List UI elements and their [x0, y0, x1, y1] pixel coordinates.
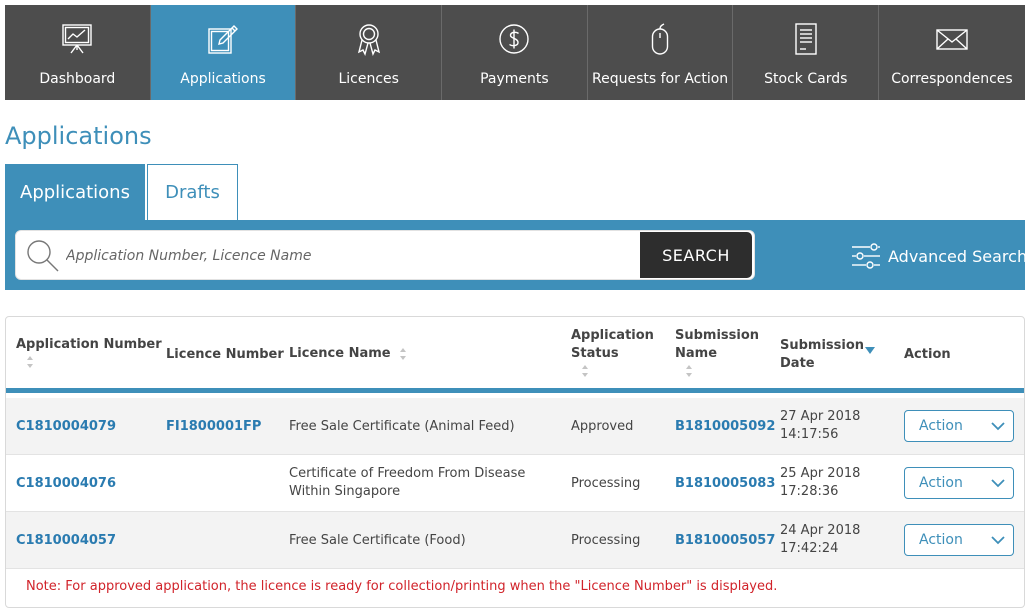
nav-label: Requests for Action — [592, 71, 729, 87]
nav-label: Dashboard — [39, 71, 116, 87]
application-number-link[interactable]: C1810004057 — [16, 532, 116, 550]
award-ribbon-icon — [351, 21, 387, 57]
search-button[interactable]: SEARCH — [640, 232, 752, 278]
search-bar: SEARCH Advanced Search — [5, 220, 1027, 290]
submission-date-day: 25 Apr 2018 — [780, 466, 861, 481]
submission-date: 24 Apr 2018 17:42:24 — [780, 522, 860, 558]
header-label: Licence Name — [289, 346, 391, 361]
search-box: SEARCH — [15, 230, 755, 280]
nav-label: Payments — [480, 71, 549, 87]
submission-date-time: 17:42:24 — [780, 541, 839, 556]
mouse-icon — [642, 21, 678, 57]
licence-number-link[interactable]: FI1800001FP — [166, 418, 261, 436]
table-row: C1810004076 Certificate of Freedom From … — [6, 455, 1024, 512]
submission-date-time: 14:17:56 — [780, 427, 839, 442]
submission-date-day: 27 Apr 2018 — [780, 409, 861, 424]
header-label: Submission — [675, 328, 760, 343]
submission-date-day: 24 Apr 2018 — [780, 523, 861, 538]
licence-name: Free Sale Certificate (Food) — [289, 533, 466, 548]
nav-label: Licences — [338, 71, 399, 87]
licence-name: Certificate of Freedom From Disease With… — [289, 465, 525, 501]
sort-icon — [581, 364, 654, 384]
header-label: Application — [571, 328, 654, 343]
action-label: Action — [919, 532, 963, 548]
page-title: Applications — [5, 122, 152, 150]
chevron-down-icon — [991, 422, 1005, 431]
table-row: C1810004057 Free Sale Certificate (Food)… — [6, 512, 1024, 569]
column-header-submission-name[interactable]: Submission Name — [675, 327, 759, 384]
nav-item-applications[interactable]: Applications — [150, 5, 297, 100]
action-dropdown[interactable]: Action — [904, 410, 1014, 442]
application-status: Processing — [571, 533, 641, 548]
action-label: Action — [919, 475, 963, 491]
nav-label: Stock Cards — [764, 71, 848, 87]
submission-date: 27 Apr 2018 14:17:56 — [780, 408, 860, 444]
dollar-coin-icon — [496, 21, 532, 57]
presentation-board-icon — [59, 21, 95, 57]
nav-item-licences[interactable]: Licences — [296, 5, 443, 100]
nav-item-payments[interactable]: Payments — [442, 5, 588, 100]
sort-icon — [399, 347, 407, 361]
nav-item-dashboard[interactable]: Dashboard — [5, 5, 151, 100]
document-list-icon — [788, 21, 824, 57]
chevron-down-icon — [991, 479, 1005, 488]
search-input[interactable] — [66, 239, 636, 273]
table-row: C1810004079 FI1800001FP Free Sale Certif… — [6, 398, 1024, 455]
application-status: Approved — [571, 419, 634, 434]
licence-name-line: Certificate of Freedom From Disease — [289, 466, 526, 481]
licence-name-line: Free Sale Certificate (Animal Feed) — [289, 419, 515, 434]
action-dropdown[interactable]: Action — [904, 467, 1014, 499]
applications-table: Application Number Licence Number Licenc… — [5, 316, 1025, 608]
submission-date-time: 17:28:36 — [780, 484, 839, 499]
application-number-link[interactable]: C1810004079 — [16, 418, 116, 436]
action-dropdown[interactable]: Action — [904, 524, 1014, 556]
nav-label: Correspondences — [891, 71, 1013, 87]
envelope-icon — [934, 21, 970, 57]
column-header-licence-number: Licence Number — [166, 347, 284, 362]
submission-name-link[interactable]: B1810005057 — [675, 532, 775, 550]
search-icon — [27, 240, 59, 272]
approval-note: Note: For approved application, the lice… — [26, 579, 778, 594]
header-label: Name — [675, 346, 718, 361]
header-label: Date — [780, 356, 815, 371]
application-number-link[interactable]: C1810004076 — [16, 475, 116, 493]
licence-name: Free Sale Certificate (Animal Feed) — [289, 409, 515, 436]
edit-form-icon — [205, 21, 241, 57]
tab-applications[interactable]: Applications — [5, 164, 145, 220]
table-header: Application Number Licence Number Licenc… — [6, 317, 1024, 393]
advanced-search-link[interactable]: Advanced Search — [851, 242, 1027, 270]
application-status: Processing — [571, 476, 641, 491]
header-label: Status — [571, 346, 619, 361]
nav-item-requests-for-action[interactable]: Requests for Action — [588, 5, 734, 100]
column-header-application-status[interactable]: Application Status — [571, 327, 654, 384]
column-header-licence-name[interactable]: Licence Name — [289, 345, 407, 363]
tab-drafts[interactable]: Drafts — [147, 164, 238, 220]
licence-name-line: Within Singapore — [289, 484, 401, 499]
header-label: Submission — [780, 338, 865, 353]
column-header-action: Action — [904, 347, 951, 362]
top-navigation: Dashboard Applications Licences Payments… — [5, 5, 1025, 100]
filter-sliders-icon — [852, 243, 880, 269]
nav-label: Applications — [180, 71, 266, 87]
nav-item-correspondences[interactable]: Correspondences — [879, 5, 1025, 100]
advanced-search-label: Advanced Search — [888, 246, 1028, 266]
submission-name-link[interactable]: B1810005092 — [675, 418, 775, 436]
column-header-application-number[interactable]: Application Number — [16, 336, 162, 375]
nav-item-stock-cards[interactable]: Stock Cards — [733, 5, 880, 100]
action-label: Action — [919, 418, 963, 434]
submission-name-link[interactable]: B1810005083 — [675, 475, 775, 493]
submission-date: 25 Apr 2018 17:28:36 — [780, 465, 860, 501]
sort-icon — [685, 364, 759, 384]
sort-icon — [26, 355, 162, 375]
sort-descending-icon[interactable] — [865, 347, 875, 355]
header-label: Application Number — [16, 337, 162, 352]
column-header-submission-date[interactable]: Submission Date — [780, 337, 864, 373]
chevron-down-icon — [991, 536, 1005, 545]
